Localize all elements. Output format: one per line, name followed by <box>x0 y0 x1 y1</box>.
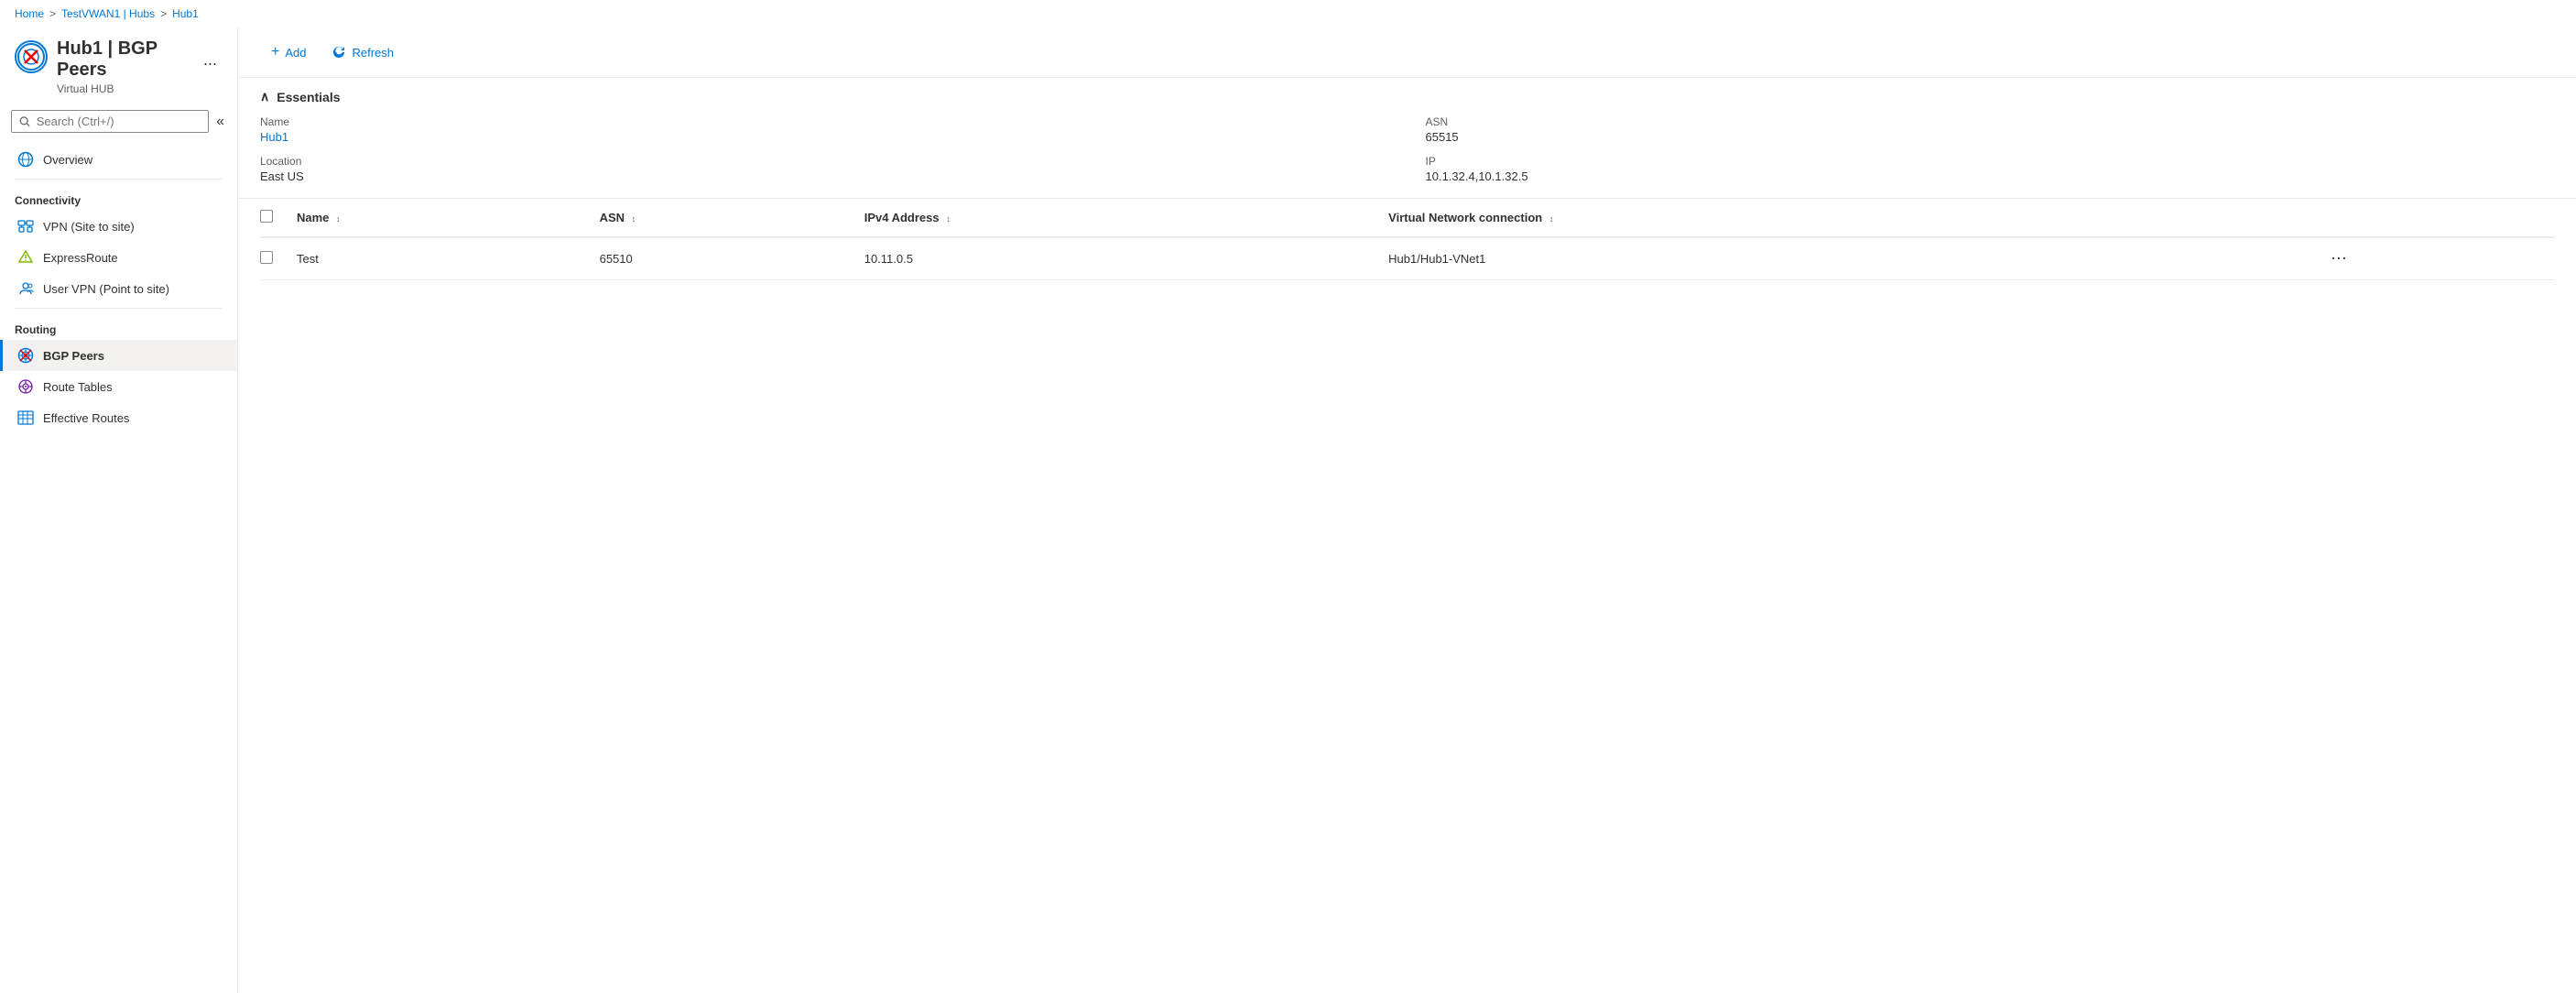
essentials-asn-label: ASN <box>1426 115 2555 128</box>
sidebar-item-label-effectiveroutes: Effective Routes <box>43 411 129 425</box>
expressroute-icon <box>17 249 34 266</box>
add-label: Add <box>285 46 306 60</box>
table-col-ipv4[interactable]: IPv4 Address ↕ <box>857 199 1381 237</box>
table-col-asn[interactable]: ASN ↕ <box>592 199 857 237</box>
vnet-sort-icon: ↕ <box>1549 214 1554 224</box>
essentials-name-link[interactable]: Hub1 <box>260 130 288 144</box>
effectiveroutes-icon <box>17 409 34 426</box>
essentials-location-value: East US <box>260 169 1389 183</box>
hub-ellipsis-button[interactable]: ... <box>198 49 223 71</box>
breadcrumb-home[interactable]: Home <box>15 7 44 20</box>
essentials-section: ∧ Essentials Name Hub1 ASN 65515 Locatio… <box>238 78 2576 199</box>
essentials-asn: ASN 65515 <box>1426 115 2555 144</box>
row-actions-cell: ⋯ <box>2316 237 2554 280</box>
add-button[interactable]: + Add <box>260 38 317 66</box>
sidebar-item-routetables[interactable]: Route Tables <box>0 371 237 402</box>
hub-page-title: Hub1 | BGP Peers <box>57 38 190 81</box>
uservpn-icon <box>17 280 34 297</box>
breadcrumb-sep-1: > <box>49 7 56 20</box>
ipv4-sort-icon: ↕ <box>946 214 951 224</box>
essentials-name: Name Hub1 <box>260 115 1389 144</box>
essentials-ip-value: 10.1.32.4,10.1.32.5 <box>1426 169 2555 183</box>
connectivity-section-label: Connectivity <box>0 183 237 211</box>
sidebar-search-container: « <box>0 110 237 144</box>
table-col-name[interactable]: Name ↕ <box>289 199 592 237</box>
breadcrumb-sep-2: > <box>160 7 167 20</box>
routing-section-label: Routing <box>0 312 237 340</box>
sidebar-item-expressroute[interactable]: ExpressRoute <box>0 242 237 273</box>
hub-title-row: Hub1 | BGP Peers ... <box>57 38 223 81</box>
breadcrumb-hub[interactable]: Hub1 <box>172 7 199 20</box>
essentials-title: Essentials <box>277 90 340 104</box>
table-header-checkbox <box>260 199 289 237</box>
toolbar: + Add Refresh <box>238 27 2576 78</box>
content-area: + Add Refresh ∧ Essentials Name <box>238 27 2576 993</box>
name-sort-icon: ↕ <box>336 214 341 224</box>
bgp-icon <box>17 347 34 364</box>
essentials-name-value: Hub1 <box>260 130 1389 144</box>
sidebar-item-label-overview: Overview <box>43 153 92 167</box>
add-icon: + <box>271 44 279 60</box>
bgp-peers-table: Name ↕ ASN ↕ IPv4 Address ↕ Virtual Ne <box>260 199 2554 280</box>
table-section: Name ↕ ASN ↕ IPv4 Address ↕ Virtual Ne <box>238 199 2576 280</box>
connectivity-divider <box>15 179 223 180</box>
select-all-checkbox[interactable] <box>260 210 273 223</box>
vpn-icon <box>17 218 34 235</box>
row-name: Test <box>289 237 592 280</box>
routetables-icon <box>17 378 34 395</box>
search-box[interactable] <box>11 110 209 133</box>
sidebar-item-effectiveroutes[interactable]: Effective Routes <box>0 402 237 433</box>
refresh-icon <box>332 45 346 60</box>
sidebar-item-label-routetables: Route Tables <box>43 380 113 394</box>
hub-header: Hub1 | BGP Peers ... Virtual HUB <box>0 27 237 110</box>
sidebar-item-label-bgppeers: BGP Peers <box>43 349 104 363</box>
search-input[interactable] <box>37 115 201 128</box>
row-asn: 65510 <box>592 237 857 280</box>
hub-subtitle: Virtual HUB <box>57 82 223 95</box>
hub-icon <box>15 40 48 73</box>
globe-icon <box>17 151 34 168</box>
essentials-location: Location East US <box>260 155 1389 183</box>
sidebar-item-uservpn[interactable]: User VPN (Point to site) <box>0 273 237 304</box>
table-col-actions <box>2316 199 2554 237</box>
essentials-name-label: Name <box>260 115 1389 128</box>
sidebar-item-bgppeers[interactable]: BGP Peers <box>0 340 237 371</box>
sidebar-item-label-vpn: VPN (Site to site) <box>43 220 135 234</box>
essentials-asn-value: 65515 <box>1426 130 2555 144</box>
sidebar: Hub1 | BGP Peers ... Virtual HUB « <box>0 27 238 993</box>
row-checkbox-cell <box>260 237 289 280</box>
hub-title-group: Hub1 | BGP Peers ... Virtual HUB <box>57 38 223 95</box>
sidebar-item-vpn[interactable]: VPN (Site to site) <box>0 211 237 242</box>
essentials-ip: IP 10.1.32.4,10.1.32.5 <box>1426 155 2555 183</box>
table-col-vnet[interactable]: Virtual Network connection ↕ <box>1381 199 2316 237</box>
essentials-chevron[interactable]: ∧ <box>260 89 269 104</box>
row-checkbox[interactable] <box>260 251 273 264</box>
essentials-grid: Name Hub1 ASN 65515 Location East US IP … <box>260 115 2554 183</box>
row-ellipsis-button[interactable]: ⋯ <box>2323 247 2354 270</box>
table-row: Test 65510 10.11.0.5 Hub1/Hub1-VNet1 ⋯ <box>260 237 2554 280</box>
search-icon <box>19 115 31 128</box>
sidebar-item-label-expressroute: ExpressRoute <box>43 251 118 265</box>
routing-divider <box>15 308 223 309</box>
sidebar-item-overview[interactable]: Overview <box>0 144 237 175</box>
refresh-button[interactable]: Refresh <box>321 39 405 66</box>
asn-sort-icon: ↕ <box>632 214 636 224</box>
row-vnet: Hub1/Hub1-VNet1 <box>1381 237 2316 280</box>
essentials-ip-label: IP <box>1426 155 2555 168</box>
collapse-sidebar-button[interactable]: « <box>214 112 226 132</box>
sidebar-item-label-uservpn: User VPN (Point to site) <box>43 282 169 296</box>
row-ipv4: 10.11.0.5 <box>857 237 1381 280</box>
table-header-row: Name ↕ ASN ↕ IPv4 Address ↕ Virtual Ne <box>260 199 2554 237</box>
essentials-header: ∧ Essentials <box>260 89 2554 104</box>
essentials-location-label: Location <box>260 155 1389 168</box>
refresh-label: Refresh <box>352 46 394 60</box>
breadcrumb-vwan[interactable]: TestVWAN1 | Hubs <box>61 7 155 20</box>
breadcrumb: Home > TestVWAN1 | Hubs > Hub1 <box>0 0 2576 27</box>
